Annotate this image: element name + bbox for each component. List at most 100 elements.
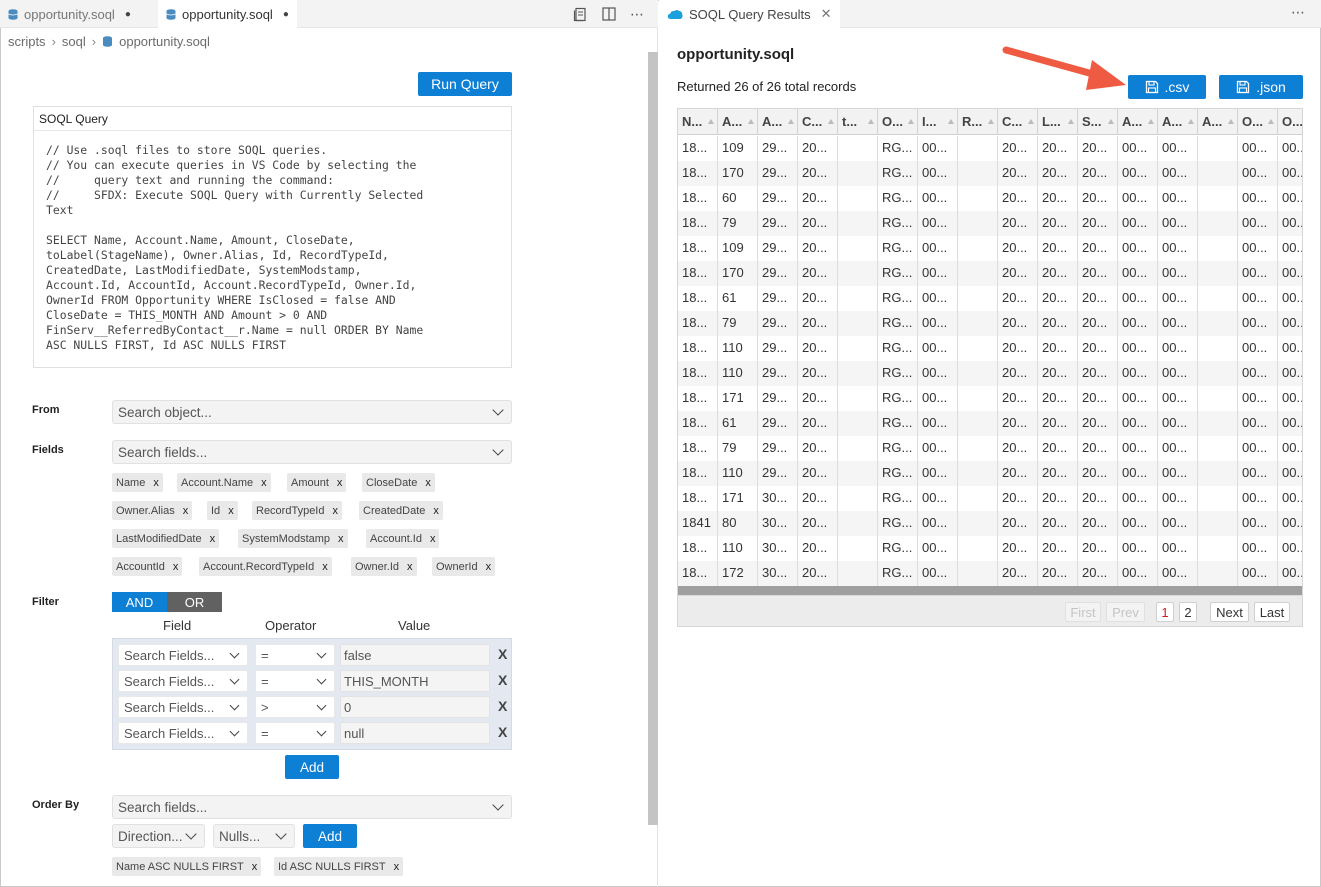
table-row[interactable]: 18... 110 29... 20... RG... 00... 20... 20... 20… — [678, 461, 1302, 486]
table-row[interactable]: 18... 109 29... 20... RG... 00... 20... 20... 20… — [678, 236, 1302, 261]
table-row[interactable]: 18... 79 29... 20... RG... 00... 20... 20... 20.… — [678, 436, 1302, 461]
remove-condition-icon[interactable]: X — [498, 672, 507, 688]
nulls-select[interactable]: Nulls... — [213, 824, 295, 848]
results-tab[interactable]: SOQL Query Results ✕ — [659, 0, 840, 28]
table-row[interactable]: 18... 110 29... 20... RG... 00... 20... 20... 20… — [678, 336, 1302, 361]
sort-arrow-icon[interactable] — [748, 119, 754, 124]
download-json-button[interactable]: .json — [1219, 75, 1303, 99]
sort-arrow-icon[interactable] — [868, 119, 874, 124]
table-row[interactable]: 18... 170 29... 20... RG... 00... 20... 20... 20… — [678, 161, 1302, 186]
editor-scrollbar[interactable] — [648, 52, 658, 825]
open-changes-icon[interactable] — [573, 7, 588, 22]
table-row[interactable]: 18... 60 29... 20... RG... 00... 20... 20... 20.… — [678, 186, 1302, 211]
table-row[interactable]: 18... 110 30... 20... RG... 00... 20... 20... 20… — [678, 536, 1302, 561]
column-header[interactable]: I... — [918, 109, 958, 135]
prev-page-button[interactable]: Prev — [1106, 602, 1145, 622]
sort-arrow-icon[interactable] — [1268, 119, 1274, 124]
sort-arrow-icon[interactable] — [908, 119, 914, 124]
editor-tab-active[interactable]: opportunity.soql ● — [158, 0, 297, 28]
column-header[interactable]: A... — [718, 109, 758, 135]
filter-operator-select[interactable]: = — [255, 644, 335, 666]
horizontal-scrollbar[interactable] — [678, 586, 1302, 595]
filter-value-input[interactable]: false — [340, 644, 490, 666]
add-order-by-button[interactable]: Add — [303, 824, 357, 848]
column-header[interactable]: A... — [1198, 109, 1238, 135]
remove-icon[interactable]: x — [430, 533, 436, 545]
remove-icon[interactable]: x — [433, 505, 439, 517]
table-row[interactable]: 18... 61 29... 20... RG... 00... 20... 20... 20.… — [678, 286, 1302, 311]
remove-condition-icon[interactable]: X — [498, 698, 507, 714]
column-header[interactable]: S... — [1078, 109, 1118, 135]
table-row[interactable]: 18... 61 29... 20... RG... 00... 20... 20... 20.… — [678, 411, 1302, 436]
sort-arrow-icon[interactable] — [1228, 119, 1234, 124]
sort-arrow-icon[interactable] — [788, 119, 794, 124]
table-row[interactable]: 18... 109 29... 20... RG... 00... 20... 20... 20… — [678, 136, 1302, 161]
remove-icon[interactable]: x — [322, 561, 328, 573]
filter-field-select[interactable]: Search Fields... — [118, 722, 248, 744]
remove-icon[interactable]: x — [338, 533, 344, 545]
sort-arrow-icon[interactable] — [1028, 119, 1034, 124]
editor-tab-inactive[interactable]: opportunity.soql ● — [0, 0, 139, 28]
column-header[interactable]: t... — [838, 109, 878, 135]
page-button[interactable]: 2 — [1179, 602, 1197, 622]
filter-field-select[interactable]: Search Fields... — [118, 696, 248, 718]
column-header[interactable]: O... — [1278, 109, 1302, 135]
table-row[interactable]: 1841 80 30... 20... RG... 00... 20... 20... 20..… — [678, 511, 1302, 536]
column-header[interactable]: A... — [1158, 109, 1198, 135]
remove-icon[interactable]: x — [486, 561, 492, 573]
sort-arrow-icon[interactable] — [708, 119, 714, 124]
column-header[interactable]: A... — [758, 109, 798, 135]
remove-icon[interactable]: x — [425, 477, 431, 489]
sort-arrow-icon[interactable] — [828, 119, 834, 124]
filter-field-select[interactable]: Search Fields... — [118, 644, 248, 666]
filter-value-input[interactable]: THIS_MONTH — [340, 670, 490, 692]
sort-arrow-icon[interactable] — [1148, 119, 1154, 124]
column-header[interactable]: L... — [1038, 109, 1078, 135]
breadcrumb-item[interactable]: soql — [62, 34, 86, 49]
fields-select[interactable]: Search fields... — [112, 440, 512, 464]
breadcrumb-item[interactable]: opportunity.soql — [119, 34, 210, 49]
split-editor-icon[interactable] — [602, 7, 616, 21]
unsaved-dot-icon[interactable]: ● — [125, 9, 131, 20]
column-header[interactable]: R... — [958, 109, 998, 135]
page-button-current[interactable]: 1 — [1156, 602, 1174, 622]
remove-icon[interactable]: x — [394, 861, 400, 873]
close-icon[interactable]: ✕ — [821, 6, 832, 22]
table-row[interactable]: 18... 79 29... 20... RG... 00... 20... 20... 20.… — [678, 311, 1302, 336]
remove-icon[interactable]: x — [153, 477, 159, 489]
next-page-button[interactable]: Next — [1210, 602, 1249, 622]
remove-condition-icon[interactable]: X — [498, 724, 507, 740]
remove-icon[interactable]: x — [183, 505, 189, 517]
table-row[interactable]: 18... 171 29... 20... RG... 00... 20... 20... 20… — [678, 386, 1302, 411]
table-row[interactable]: 18... 171 30... 20... RG... 00... 20... 20... 20… — [678, 486, 1302, 511]
filter-value-input[interactable]: null — [340, 722, 490, 744]
sort-arrow-icon[interactable] — [1108, 119, 1114, 124]
remove-icon[interactable]: x — [407, 561, 413, 573]
remove-icon[interactable]: x — [261, 477, 267, 489]
filter-operator-select[interactable]: > — [255, 696, 335, 718]
filter-operator-select[interactable]: = — [255, 722, 335, 744]
sort-arrow-icon[interactable] — [988, 119, 994, 124]
column-header[interactable]: O... — [1238, 109, 1278, 135]
last-page-button[interactable]: Last — [1254, 602, 1290, 622]
remove-icon[interactable]: x — [252, 861, 258, 873]
sort-arrow-icon[interactable] — [1188, 119, 1194, 124]
filter-value-input[interactable]: 0 — [340, 696, 490, 718]
unsaved-dot-icon[interactable]: ● — [283, 9, 289, 20]
add-filter-button[interactable]: Add — [285, 755, 339, 779]
column-header[interactable]: A... — [1118, 109, 1158, 135]
remove-icon[interactable]: x — [173, 561, 179, 573]
table-row[interactable]: 18... 79 29... 20... RG... 00... 20... 20... 20.… — [678, 211, 1302, 236]
direction-select[interactable]: Direction... — [112, 824, 205, 848]
from-object-select[interactable]: Search object... — [112, 400, 512, 424]
remove-condition-icon[interactable]: X — [498, 646, 507, 662]
remove-icon[interactable]: x — [337, 477, 343, 489]
sort-arrow-icon[interactable] — [948, 119, 954, 124]
column-header[interactable]: O... — [878, 109, 918, 135]
table-row[interactable]: 18... 170 29... 20... RG... 00... 20... 20... 20… — [678, 261, 1302, 286]
column-header[interactable]: C... — [998, 109, 1038, 135]
and-toggle-button[interactable]: AND — [112, 592, 167, 612]
run-query-button[interactable]: Run Query — [418, 72, 512, 96]
first-page-button[interactable]: First — [1065, 602, 1101, 622]
table-row[interactable]: 18... 110 29... 20... RG... 00... 20... 20... 20… — [678, 361, 1302, 386]
